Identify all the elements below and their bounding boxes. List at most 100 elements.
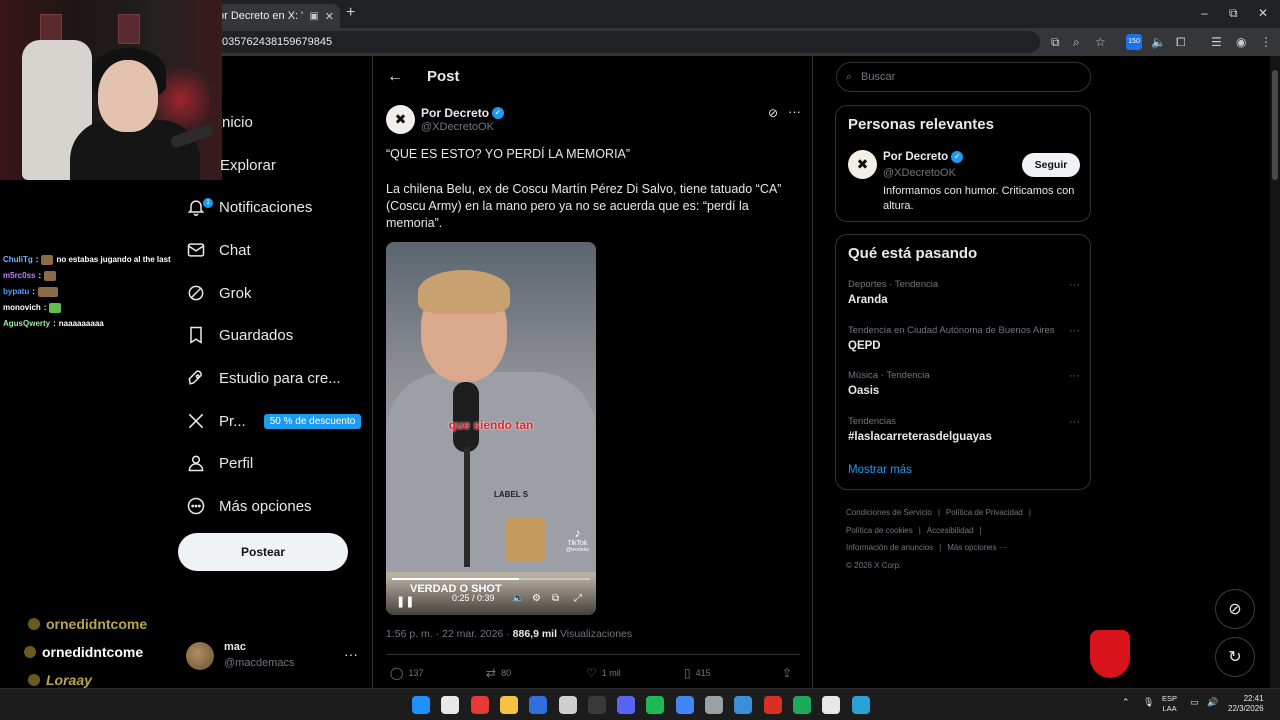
video-progress-bar[interactable] bbox=[392, 578, 590, 580]
cookies-link[interactable]: Política de cookies bbox=[846, 526, 913, 535]
more-icon[interactable]: ··· bbox=[1069, 370, 1080, 382]
follow-button[interactable]: Seguir bbox=[1022, 153, 1080, 177]
nav-item-bookmarks[interactable]: Guardados bbox=[185, 320, 293, 350]
more-icon[interactable]: ··· bbox=[344, 646, 358, 662]
taskbar-app-icon[interactable] bbox=[646, 696, 665, 714]
address-bar[interactable]: 035762438159679845 bbox=[210, 31, 1040, 53]
taskbar-app-icon[interactable] bbox=[734, 696, 753, 714]
repost-button[interactable]: ⇄ 80 bbox=[486, 666, 511, 680]
microphone-icon[interactable]: 🎙 bbox=[1143, 697, 1154, 708]
account-switcher[interactable]: mac @macdemacs ··· bbox=[186, 640, 361, 674]
taskbar-app-icon[interactable] bbox=[558, 696, 577, 714]
terms-link[interactable]: Condiciones de Servicio bbox=[846, 508, 932, 517]
nav-item-home[interactable]: nicio bbox=[222, 107, 253, 137]
more-icon[interactable]: ··· bbox=[1069, 325, 1080, 337]
privacy-link[interactable]: Política de Privacidad bbox=[946, 508, 1023, 517]
search-input[interactable]: ⌕ Buscar bbox=[836, 62, 1091, 92]
nav-item-chat[interactable]: Chat bbox=[185, 235, 251, 265]
trend-item[interactable]: Deportes · Tendencia Aranda ··· bbox=[848, 279, 1080, 309]
taskbar-app-icon[interactable] bbox=[587, 696, 606, 714]
puzzle-icon[interactable]: ⧠ bbox=[1176, 35, 1186, 50]
messages-floating-button[interactable]: ↻ bbox=[1215, 637, 1255, 677]
star-icon[interactable]: ☆ bbox=[1095, 35, 1106, 49]
chevron-up-icon[interactable]: ⌃ bbox=[1122, 697, 1130, 708]
nav-item-profile[interactable]: Perfil bbox=[185, 448, 253, 478]
extension-badge[interactable]: 150 bbox=[1126, 34, 1142, 50]
pip-icon[interactable]: ⧉ bbox=[552, 593, 559, 604]
taskbar-app-icon[interactable] bbox=[441, 696, 460, 714]
taskbar-app-icon[interactable] bbox=[822, 696, 841, 714]
avatar bbox=[186, 642, 214, 670]
taskbar-app-icon[interactable] bbox=[675, 696, 694, 714]
pause-icon[interactable]: ❚❚ bbox=[396, 595, 414, 608]
relevant-handle[interactable]: @XDecretoOK bbox=[883, 167, 956, 179]
more-icon[interactable]: ··· bbox=[1069, 279, 1080, 291]
x-logo-icon bbox=[185, 410, 207, 432]
author-avatar[interactable]: ✖ bbox=[386, 105, 415, 134]
video-player[interactable]: LABEL S que siendo tan ♪ TikTok @teodoka… bbox=[386, 242, 596, 615]
share-button[interactable]: ⇪ bbox=[782, 666, 792, 680]
minimize-button[interactable]: – bbox=[1201, 6, 1208, 20]
reply-button[interactable]: ◯ 137 bbox=[390, 666, 423, 680]
tweet-timestamp[interactable]: 1:56 p. m. · 22 mar. 2026 · bbox=[386, 628, 513, 640]
volume-icon[interactable]: 🔈 bbox=[1151, 35, 1166, 49]
avatar[interactable]: ✖ bbox=[848, 150, 877, 179]
taskbar-app-icon[interactable] bbox=[705, 696, 723, 714]
new-tab-button[interactable]: + bbox=[346, 4, 355, 22]
nav-item-explore[interactable]: Explorar bbox=[220, 150, 276, 180]
taskbar-app-icon[interactable] bbox=[792, 696, 811, 714]
media-icon[interactable]: ☰ bbox=[1211, 35, 1222, 49]
more-icon[interactable]: ··· bbox=[1069, 416, 1080, 428]
nav-item-more[interactable]: Más opciones bbox=[185, 491, 312, 521]
tab-close-button[interactable]: ✕ bbox=[325, 10, 334, 23]
nav-label: Guardados bbox=[219, 326, 294, 344]
taskbar-app-icon[interactable] bbox=[763, 696, 782, 714]
profile-icon[interactable]: ◉ bbox=[1236, 35, 1246, 49]
relevant-name[interactable]: Por Decreto ✓ bbox=[883, 151, 964, 163]
nav-item-notifications[interactable]: 1 Notificaciones bbox=[185, 192, 312, 222]
author-handle[interactable]: @XDecretoOK bbox=[421, 121, 494, 133]
author-name[interactable]: Por Decreto ✓ bbox=[421, 106, 505, 120]
back-arrow-icon[interactable]: ← bbox=[387, 68, 403, 86]
close-window-button[interactable]: ✕ bbox=[1258, 6, 1268, 20]
like-button[interactable]: ♡ 1 mil bbox=[586, 666, 621, 680]
taskbar-app-icon[interactable] bbox=[470, 696, 489, 714]
browser-tab[interactable]: or Decreto en X: ""QUE ▣ ✕ bbox=[210, 4, 340, 28]
trend-item[interactable]: Tendencia en Ciudad Autónoma de Buenos A… bbox=[848, 325, 1080, 355]
more-circle-icon bbox=[185, 495, 207, 517]
more-options-link[interactable]: Más opciones ··· bbox=[947, 543, 1007, 552]
network-icon[interactable]: ▭ bbox=[1190, 697, 1199, 708]
tiktok-icon: ♪ bbox=[574, 526, 581, 540]
language-indicator[interactable]: ESP LAA bbox=[1162, 694, 1177, 714]
grok-icon[interactable]: ⊘ bbox=[768, 106, 778, 120]
taskbar-app-icon[interactable] bbox=[617, 696, 636, 714]
ads-info-link[interactable]: Información de anuncios bbox=[846, 543, 933, 552]
taskbar-app-icon[interactable] bbox=[499, 696, 518, 714]
settings-icon[interactable]: ⚙ bbox=[532, 593, 541, 604]
kebab-menu-icon[interactable]: ⋮ bbox=[1260, 35, 1272, 49]
accessibility-link[interactable]: Accesibilidad bbox=[927, 526, 974, 535]
taskbar-app-icon[interactable] bbox=[851, 696, 870, 714]
system-clock[interactable]: 22:41 22/3/2026 bbox=[1228, 694, 1264, 714]
taskbar-app-icon[interactable] bbox=[412, 696, 430, 714]
more-icon[interactable]: ··· bbox=[788, 104, 801, 119]
fullscreen-icon[interactable]: ⤢ bbox=[574, 593, 582, 604]
trend-item[interactable]: Música · Tendencia Oasis ··· bbox=[848, 370, 1080, 400]
nav-item-creator-studio[interactable]: Estudio para cre... bbox=[185, 363, 341, 393]
nav-item-premium[interactable]: Pr... 50 % de descuento bbox=[185, 406, 362, 436]
show-more-link[interactable]: Mostrar más bbox=[848, 464, 912, 476]
grok-floating-button[interactable]: ⊘ bbox=[1215, 589, 1255, 629]
bookmark-button[interactable]: ▯ 415 bbox=[684, 666, 711, 680]
post-button[interactable]: Postear bbox=[178, 533, 348, 571]
taskbar-app-icon[interactable] bbox=[529, 696, 548, 714]
maximize-button[interactable]: ⧉ bbox=[1229, 6, 1238, 21]
scrollbar[interactable] bbox=[1270, 56, 1280, 688]
nav-item-grok[interactable]: Grok bbox=[185, 278, 252, 308]
speaker-icon[interactable]: ▣ bbox=[309, 11, 318, 22]
zoom-icon[interactable]: ⌕ bbox=[1073, 35, 1080, 50]
speaker-icon[interactable]: 🔊 bbox=[1207, 697, 1218, 708]
volume-icon[interactable]: 🔈 bbox=[512, 593, 524, 604]
cast-icon[interactable]: ⧉ bbox=[1051, 35, 1060, 50]
trend-item[interactable]: Tendencias #laslacarreterasdelguayas ··· bbox=[848, 416, 1080, 446]
nav-label: Perfil bbox=[219, 454, 254, 472]
